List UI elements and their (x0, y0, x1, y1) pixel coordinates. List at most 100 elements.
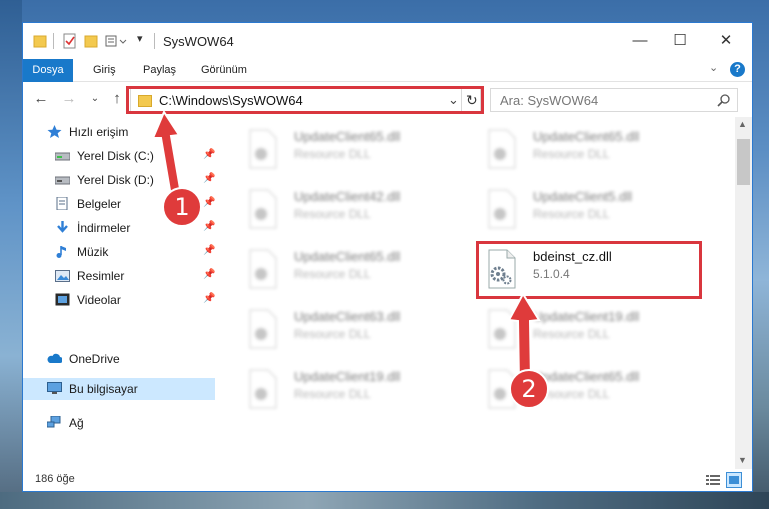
new-folder-icon[interactable] (84, 33, 98, 49)
file-highlight-box (476, 241, 702, 299)
list-item[interactable]: UpdateClient19.dll Resource DLL (461, 301, 681, 353)
dll-file-icon (249, 129, 277, 169)
file-list: UpdateClient65.dll Resource DLL UpdateCl… (216, 117, 741, 469)
file-type: Resource DLL (294, 207, 371, 221)
drive-icon (55, 176, 70, 185)
sidebar-item-label: Belgeler (77, 197, 122, 211)
tab-gorunum[interactable]: Görünüm (201, 59, 247, 81)
pin-icon[interactable]: 📌 (203, 149, 215, 160)
file-name: UpdateClient65.dll (294, 129, 401, 144)
pin-icon[interactable]: 📌 (203, 245, 215, 256)
list-item[interactable]: UpdateClient65.dll Resource DLL (461, 361, 681, 413)
scroll-down-icon[interactable]: ▼ (738, 455, 747, 465)
customize-quick-access-icon[interactable] (105, 33, 131, 49)
back-button[interactable]: ← (31, 90, 51, 108)
list-item[interactable]: UpdateClient65.dll Resource DLL (461, 121, 681, 173)
item-count: 186 öğe (35, 473, 75, 485)
pin-icon[interactable]: 📌 (203, 293, 215, 304)
download-icon (57, 221, 68, 233)
dll-file-icon (249, 249, 277, 289)
cloud-icon (47, 353, 62, 363)
video-icon (55, 293, 70, 306)
annotation-badge-1: 1 (162, 187, 202, 227)
dll-file-icon (249, 369, 277, 409)
status-bar: 186 öğe (23, 469, 752, 491)
music-icon (56, 246, 66, 258)
list-item[interactable]: UpdateClient5.dll Resource DLL (461, 181, 681, 233)
dll-file-icon (249, 309, 277, 349)
star-icon (47, 125, 62, 138)
navigation-bar: ← → ⌄ ↑ C:\Windows\SysWOW64 ⌄ ↻ Ara: Sys… (23, 82, 752, 116)
properties-icon[interactable] (62, 33, 78, 49)
search-placeholder: Ara: SysWOW64 (500, 93, 599, 108)
scroll-up-icon[interactable]: ▲ (738, 119, 747, 129)
sidebar-item-label: İndirmeler (77, 221, 131, 235)
sidebar-item-label: Yerel Disk (D:) (77, 173, 154, 187)
list-item[interactable]: UpdateClient65.dll Resource DLL (222, 121, 442, 173)
list-item[interactable]: UpdateClient65.dll Resource DLL (222, 241, 442, 293)
list-item[interactable]: UpdateClient42.dll Resource DLL (222, 181, 442, 233)
window-title: SysWOW64 (163, 34, 234, 49)
file-name: UpdateClient65.dll (533, 129, 640, 144)
explorer-window: ▾ SysWOW64 — ☐ ✕ Dosya Giriş Paylaş Görü… (22, 22, 753, 492)
separator (154, 33, 155, 49)
help-icon[interactable]: ? (730, 62, 745, 77)
file-name: UpdateClient65.dll (294, 249, 401, 264)
sidebar-item-label: Hızlı erişim (69, 125, 129, 139)
sidebar-item-label: Yerel Disk (C:) (77, 149, 154, 163)
search-input[interactable]: Ara: SysWOW64 (490, 88, 738, 112)
pin-icon[interactable]: 📌 (203, 221, 215, 232)
list-item[interactable]: UpdateClient63.dll Resource DLL (222, 301, 442, 353)
sidebar-item-label: Resimler (77, 269, 125, 283)
close-button[interactable]: ✕ (706, 29, 746, 53)
large-icons-view-icon[interactable] (726, 472, 742, 488)
pictures-icon (55, 270, 70, 282)
title-bar: ▾ SysWOW64 — ☐ ✕ (23, 23, 752, 59)
up-button[interactable]: ↑ (107, 90, 127, 108)
file-name: UpdateClient63.dll (294, 309, 401, 324)
sidebar-item-videos[interactable]: Videolar (55, 289, 215, 311)
folder-icon (33, 35, 47, 48)
search-icon (717, 94, 730, 107)
desktop-background-bottom (0, 492, 769, 509)
file-name: UpdateClient5.dll (533, 189, 633, 204)
file-name: UpdateClient42.dll (294, 189, 401, 204)
sidebar-item-label: Videolar (77, 293, 121, 307)
sidebar-item-label: Ağ (69, 416, 84, 430)
file-type: Resource DLL (294, 387, 371, 401)
expand-ribbon-icon[interactable]: ⌄ (709, 61, 718, 74)
minimize-button[interactable]: — (620, 29, 660, 53)
documents-icon (56, 197, 68, 210)
ribbon-tabs: Dosya Giriş Paylaş Görünüm ⌄ ? (23, 59, 752, 111)
drive-icon (55, 152, 70, 161)
tab-paylas[interactable]: Paylaş (143, 59, 176, 81)
forward-button[interactable]: → (59, 90, 79, 108)
maximize-button[interactable]: ☐ (660, 29, 700, 53)
annotation-badge-2: 2 (509, 369, 549, 409)
file-type: Resource DLL (294, 327, 371, 341)
sidebar-item-label: Bu bilgisayar (69, 382, 138, 396)
tab-giris[interactable]: Giriş (93, 59, 116, 81)
sidebar-item-music[interactable]: Müzik (55, 241, 215, 263)
sidebar-item-label: Müzik (77, 245, 109, 259)
scrollbar-thumb[interactable] (737, 139, 750, 185)
dll-file-icon (488, 189, 516, 229)
list-item[interactable]: UpdateClient19.dll Resource DLL (222, 361, 442, 413)
pin-icon[interactable]: 📌 (203, 197, 215, 208)
dll-file-icon (488, 129, 516, 169)
desktop-background (0, 0, 22, 509)
sidebar-item-onedrive[interactable]: OneDrive (47, 348, 207, 370)
pin-icon[interactable]: 📌 (203, 173, 215, 184)
recent-locations-icon[interactable]: ⌄ (85, 90, 105, 108)
file-type: Resource DLL (294, 147, 371, 161)
computer-icon (47, 382, 62, 394)
sidebar-item-this-pc[interactable]: Bu bilgisayar (23, 378, 215, 400)
pin-icon[interactable]: 📌 (203, 269, 215, 280)
quick-access-dropdown-icon[interactable]: ▾ (137, 32, 143, 48)
sidebar-item-pictures[interactable]: Resimler (55, 265, 215, 287)
vertical-scrollbar[interactable]: ▲ ▼ (735, 117, 752, 469)
details-view-icon[interactable] (705, 473, 721, 487)
network-icon (47, 416, 61, 428)
sidebar-item-label: OneDrive (69, 352, 120, 366)
sidebar-item-network[interactable]: Ağ (47, 412, 207, 434)
